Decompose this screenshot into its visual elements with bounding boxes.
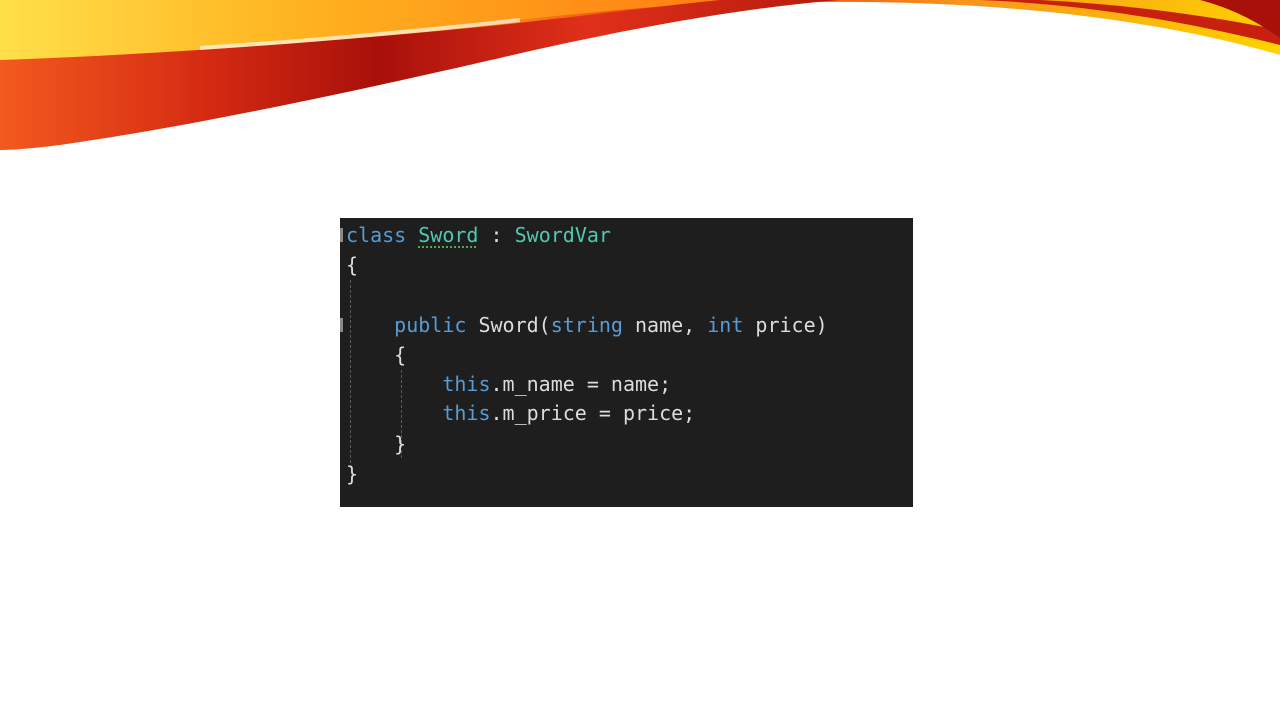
param-name: name, [622,313,708,337]
ctor-close-brace: } [394,432,407,456]
keyword-string: string [550,313,623,337]
code-line-9: } [346,459,358,489]
keyword-int: int [707,313,744,337]
assign-name: .m_name = name; [490,372,672,396]
code-line-5: { [346,340,406,370]
param-price: price) [743,313,828,337]
keyword-class: class [346,223,407,247]
ctor-open-brace: { [394,343,407,367]
code-line-4: public Sword(string name, int price) [346,310,828,340]
keyword-this: this [442,401,491,425]
assign-price: .m_price = price; [490,401,696,425]
base-class-name: SwordVar [514,223,611,247]
keyword-public: public [394,313,467,337]
slide: class Sword : SwordVar { public Sword(st… [0,0,1280,720]
code-line-7: this.m_price = price; [346,398,695,428]
code-screenshot: class Sword : SwordVar { public Sword(st… [340,218,913,507]
code-line-1: class Sword : SwordVar [346,220,611,250]
close-brace: } [346,462,359,486]
decorative-swoosh [0,0,1280,150]
colon: : [478,223,515,247]
code-line-8: } [346,429,406,459]
constructor-name: Sword( [466,313,551,337]
open-brace: { [346,253,359,277]
class-name: Sword [418,223,479,247]
change-margin-mark [340,318,343,332]
code-line-6: this.m_name = name; [346,369,671,399]
code-line-2: { [346,250,358,280]
keyword-this: this [442,372,491,396]
cursor-margin-mark [340,228,343,242]
